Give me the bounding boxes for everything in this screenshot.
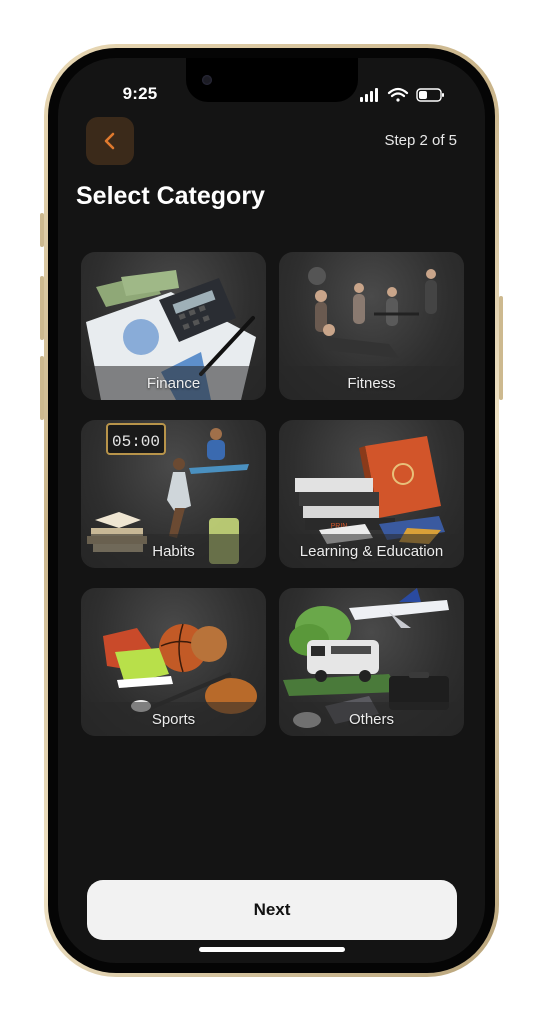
category-label: Sports — [151, 711, 196, 728]
step-indicator: Step 2 of 5 — [384, 132, 457, 149]
category-card-fitness[interactable]: Fitness — [279, 252, 464, 400]
power-button — [499, 296, 503, 400]
category-label: Others — [348, 711, 394, 728]
category-card-habits[interactable]: 05:00 Habits — [81, 420, 266, 568]
chevron-left-icon — [104, 132, 115, 150]
mute-switch — [40, 213, 44, 247]
next-button[interactable]: Next — [87, 880, 457, 940]
cellular-signal-icon — [360, 88, 378, 102]
front-camera — [202, 75, 212, 85]
category-label: Finance — [146, 375, 201, 392]
wifi-icon — [387, 87, 409, 102]
category-card-others[interactable]: Others — [279, 588, 464, 736]
category-card-learning[interactable]: PRIN Learning & Education — [279, 420, 464, 568]
category-label: Learning & Education — [299, 543, 444, 560]
status-time: 9:25 — [122, 84, 158, 103]
svg-text:05:00: 05:00 — [112, 433, 160, 451]
status-icons — [360, 87, 444, 102]
category-label: Habits — [152, 543, 195, 560]
category-grid: Finance Fitness 05:00 Habits PRIN Learni… — [81, 252, 464, 736]
volume-up-button — [40, 276, 44, 340]
category-card-sports[interactable]: Sports — [81, 588, 266, 736]
volume-down-button — [40, 356, 44, 420]
battery-icon — [416, 88, 444, 102]
page-title: Select Category — [76, 182, 265, 210]
category-label: Fitness — [347, 375, 396, 392]
home-indicator[interactable] — [199, 947, 345, 952]
back-button[interactable] — [86, 117, 134, 165]
category-card-finance[interactable]: Finance — [81, 252, 266, 400]
